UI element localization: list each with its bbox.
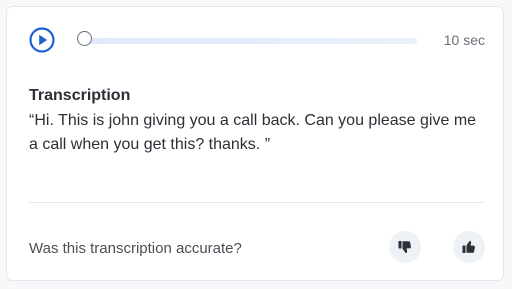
thumbs-down-button[interactable] <box>389 231 421 263</box>
feedback-question: Was this transcription accurate? <box>29 240 242 257</box>
divider <box>29 202 485 203</box>
audio-player: 10 sec <box>29 27 485 53</box>
transcription-heading: Transcription <box>29 87 131 104</box>
audio-progress-track[interactable] <box>77 31 417 46</box>
voicemail-card: 10 sec Transcription “Hi. This is john g… <box>6 6 504 281</box>
play-circle-icon <box>29 27 55 53</box>
audio-duration: 10 sec <box>443 32 485 48</box>
transcription-section: Transcription “Hi. This is john giving y… <box>29 87 489 157</box>
thumbs-up-button[interactable] <box>453 231 485 263</box>
thumbs-up-icon <box>462 241 475 253</box>
transcription-text: “Hi. This is john giving you a call back… <box>29 112 477 153</box>
audio-progress-bar <box>85 38 417 44</box>
transcription-feedback: Was this transcription accurate? <box>29 231 485 265</box>
thumbs-down-icon <box>398 241 411 253</box>
audio-scrubber-handle[interactable] <box>77 31 92 46</box>
play-button[interactable] <box>29 27 55 53</box>
